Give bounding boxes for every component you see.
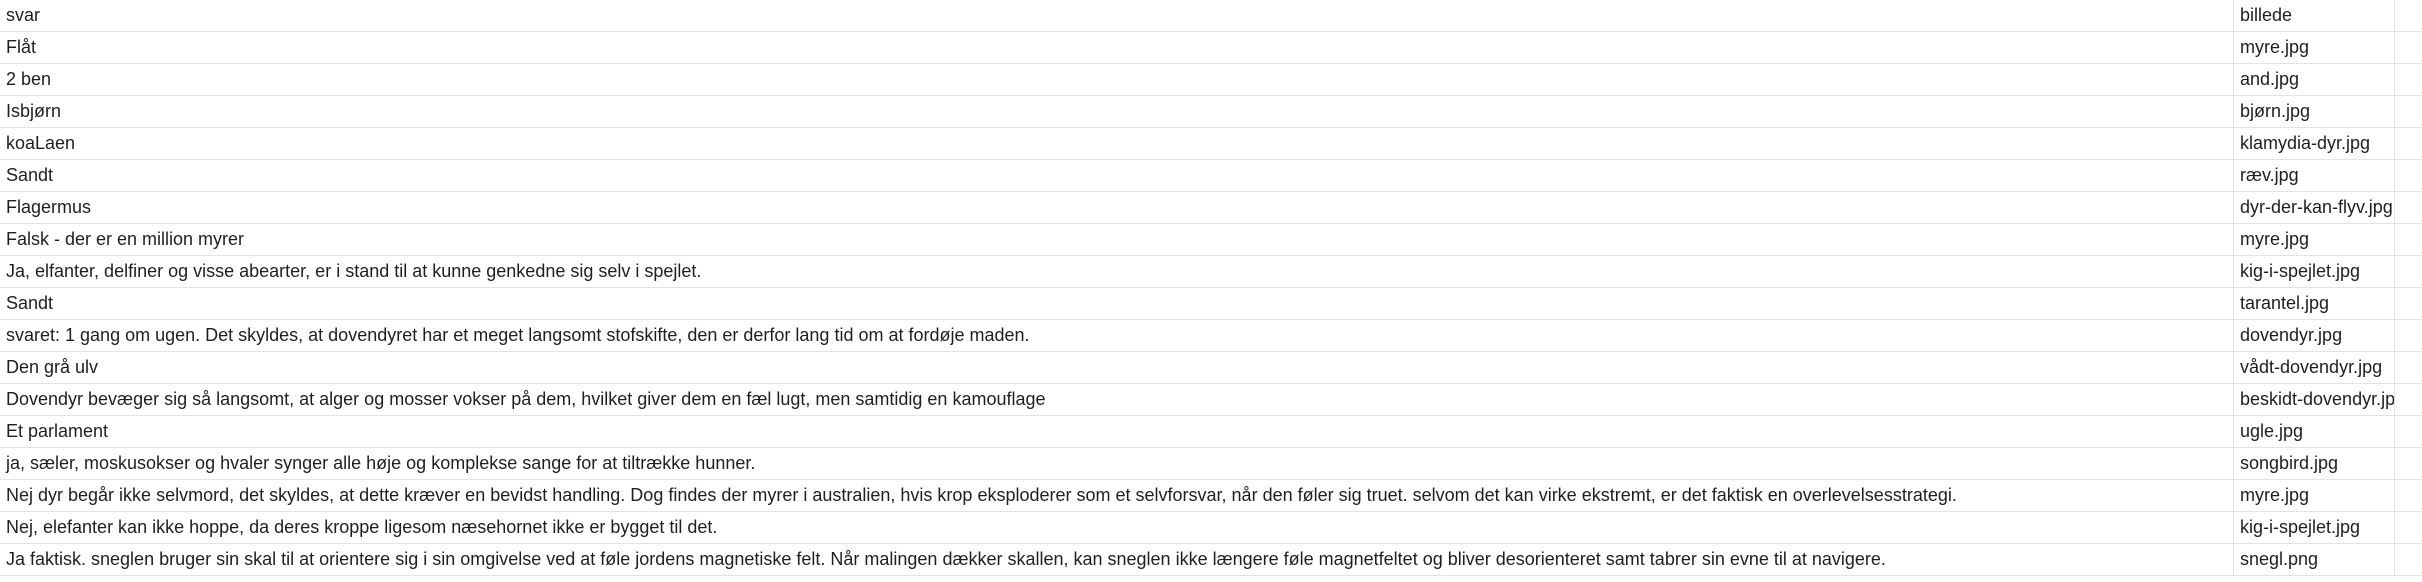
billede-cell[interactable]: snegl.png [2234, 544, 2395, 575]
billede-cell[interactable]: and.jpg [2234, 64, 2395, 95]
header-row: svar billede [0, 0, 2422, 32]
table-row: Nej, elefanter kan ikke hoppe, da deres … [0, 512, 2422, 544]
table-row: Sandt tarantel.jpg [0, 288, 2422, 320]
billede-cell[interactable]: tarantel.jpg [2234, 288, 2395, 319]
table-row: Isbjørn bjørn.jpg [0, 96, 2422, 128]
table-row: Falsk - der er en million myrer myre.jpg [0, 224, 2422, 256]
empty-cell[interactable] [2395, 544, 2422, 575]
svar-cell[interactable]: Nej, elefanter kan ikke hoppe, da deres … [0, 512, 2234, 543]
svar-cell[interactable]: Isbjørn [0, 96, 2234, 127]
billede-cell[interactable]: ugle.jpg [2234, 416, 2395, 447]
table-row: Flåt myre.jpg [0, 32, 2422, 64]
billede-cell[interactable]: songbird.jpg [2234, 448, 2395, 479]
empty-cell[interactable] [2395, 288, 2422, 319]
table-row: Ja faktisk. sneglen bruger sin skal til … [0, 544, 2422, 576]
table-row: Dovendyr bevæger sig så langsomt, at alg… [0, 384, 2422, 416]
svar-cell[interactable]: 2 ben [0, 64, 2234, 95]
empty-cell[interactable] [2395, 480, 2422, 511]
svar-cell[interactable]: Sandt [0, 288, 2234, 319]
billede-cell[interactable]: ræv.jpg [2234, 160, 2395, 191]
spreadsheet-grid: svar billede Flåt myre.jpg 2 ben and.jpg Isb… [0, 0, 2422, 582]
billede-cell[interactable]: myre.jpg [2234, 480, 2395, 511]
empty-cell[interactable] [2395, 384, 2422, 415]
billede-cell[interactable]: klamydia-dyr.jpg [2234, 128, 2395, 159]
table-row: Nej dyr begår ikke selvmord, det skyldes… [0, 480, 2422, 512]
svar-cell[interactable]: Flagermus [0, 192, 2234, 223]
empty-cell[interactable] [2395, 320, 2422, 351]
empty-cell[interactable] [2395, 64, 2422, 95]
svar-cell[interactable]: ja, sæler, moskusokser og hvaler synger … [0, 448, 2234, 479]
empty-cell[interactable] [2395, 96, 2422, 127]
empty-cell[interactable] [2395, 224, 2422, 255]
svar-cell[interactable]: Ja, elfanter, delfiner og visse abearter… [0, 256, 2234, 287]
empty-cell[interactable] [2395, 32, 2422, 63]
billede-cell[interactable]: kig-i-spejlet.jpg [2234, 512, 2395, 543]
empty-cell[interactable] [2395, 128, 2422, 159]
svar-cell[interactable]: Sandt [0, 160, 2234, 191]
billede-cell[interactable]: myre.jpg [2234, 32, 2395, 63]
svar-cell[interactable]: Falsk - der er en million myrer [0, 224, 2234, 255]
table-row: Ja, elfanter, delfiner og visse abearter… [0, 256, 2422, 288]
svar-cell[interactable]: Nej dyr begår ikke selvmord, det skyldes… [0, 480, 2234, 511]
svar-cell[interactable]: Et parlament [0, 416, 2234, 447]
empty-cell[interactable] [2395, 256, 2422, 287]
svar-cell[interactable]: svaret: 1 gang om ugen. Det skyldes, at … [0, 320, 2234, 351]
svar-cell[interactable]: Flåt [0, 32, 2234, 63]
table-row: Et parlament ugle.jpg [0, 416, 2422, 448]
svar-cell[interactable]: Dovendyr bevæger sig så langsomt, at alg… [0, 384, 2234, 415]
billede-cell[interactable]: myre.jpg [2234, 224, 2395, 255]
empty-cell[interactable] [2395, 352, 2422, 383]
svar-cell[interactable]: Ja faktisk. sneglen bruger sin skal til … [0, 544, 2234, 575]
header-cell-billede[interactable]: billede [2234, 0, 2395, 31]
svar-cell[interactable]: Den grå ulv [0, 352, 2234, 383]
billede-cell[interactable]: vådt-dovendyr.jpg [2234, 352, 2395, 383]
empty-cell[interactable] [2395, 160, 2422, 191]
empty-cell[interactable] [2395, 0, 2422, 31]
empty-cell[interactable] [2395, 512, 2422, 543]
billede-cell[interactable]: dyr-der-kan-flyv.jpg [2234, 192, 2395, 223]
table-row: ja, sæler, moskusokser og hvaler synger … [0, 448, 2422, 480]
table-row: 2 ben and.jpg [0, 64, 2422, 96]
billede-cell[interactable]: beskidt-dovendyr.jpg [2234, 384, 2395, 415]
billede-cell[interactable]: bjørn.jpg [2234, 96, 2395, 127]
empty-cell[interactable] [2395, 192, 2422, 223]
table-body: Flåt myre.jpg 2 ben and.jpg Isbjørn bjørn.jpg… [0, 32, 2422, 576]
billede-cell[interactable]: dovendyr.jpg [2234, 320, 2395, 351]
table-row: koaLaen klamydia-dyr.jpg [0, 128, 2422, 160]
svar-cell[interactable]: koaLaen [0, 128, 2234, 159]
table-row: svaret: 1 gang om ugen. Det skyldes, at … [0, 320, 2422, 352]
empty-cell[interactable] [2395, 416, 2422, 447]
empty-cell[interactable] [2395, 448, 2422, 479]
header-cell-svar[interactable]: svar [0, 0, 2234, 31]
table-row: Sandt ræv.jpg [0, 160, 2422, 192]
table-row: Den grå ulv vådt-dovendyr.jpg [0, 352, 2422, 384]
billede-cell[interactable]: kig-i-spejlet.jpg [2234, 256, 2395, 287]
table-row: Flagermus dyr-der-kan-flyv.jpg [0, 192, 2422, 224]
